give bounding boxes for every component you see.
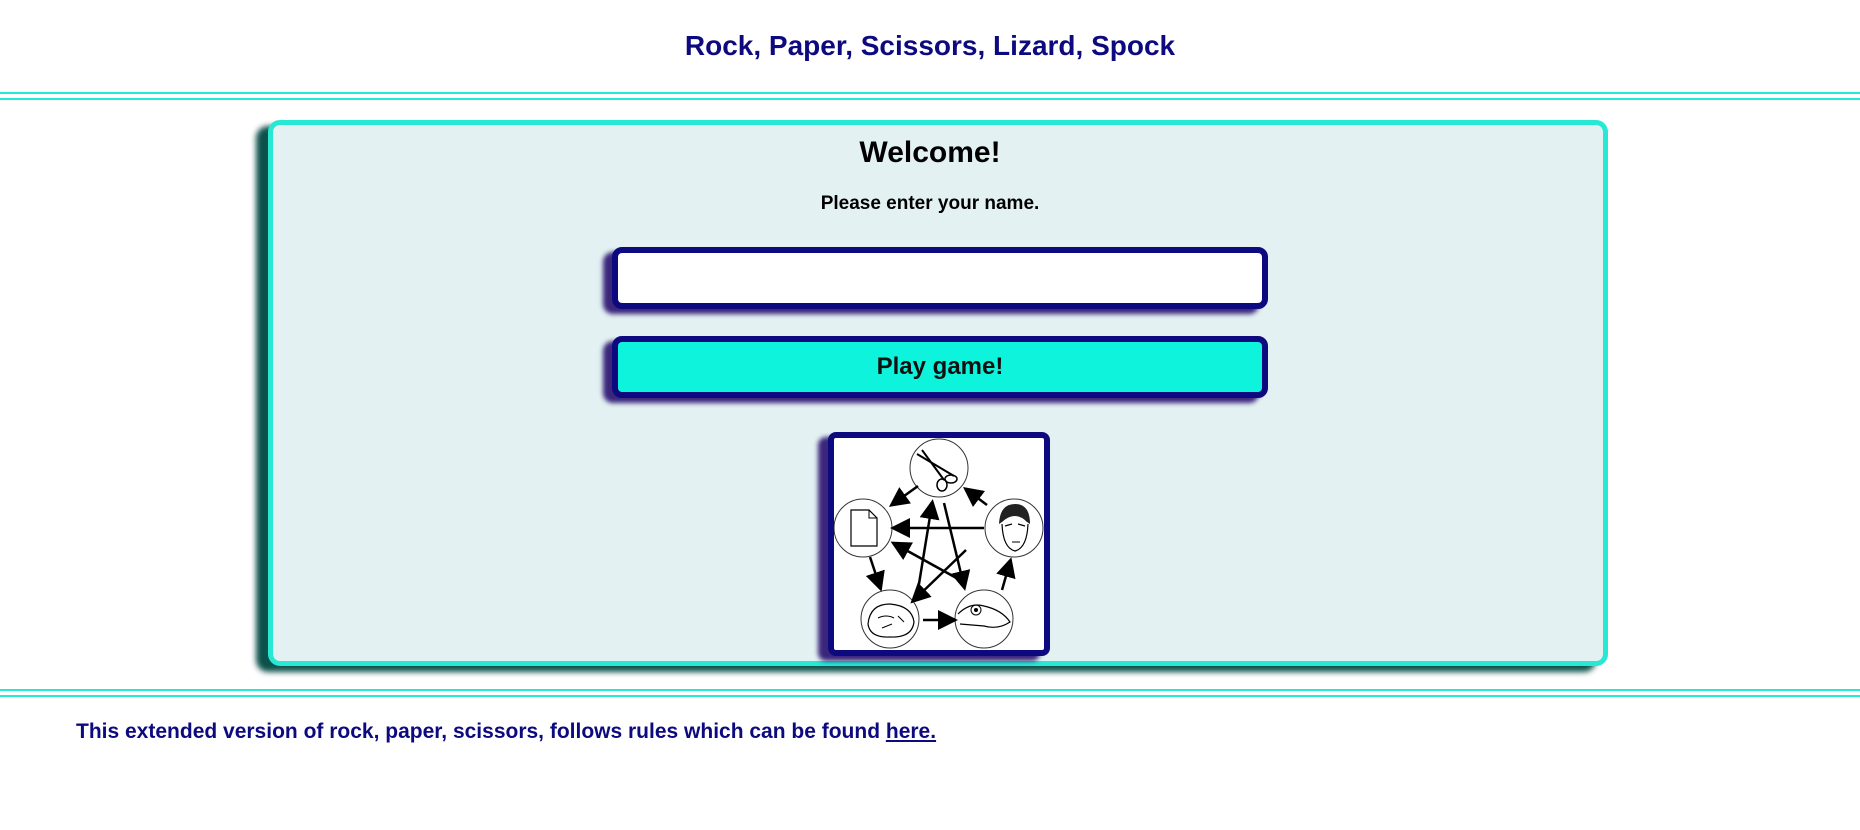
footer-divider-bottom <box>0 695 1860 697</box>
lizard-icon <box>954 589 1014 649</box>
rules-diagram <box>828 432 1050 656</box>
page-title: Rock, Paper, Scissors, Lizard, Spock <box>684 30 1176 61</box>
rock-icon <box>860 589 920 649</box>
scissors-icon <box>909 438 969 498</box>
play-game-button[interactable]: Play game! <box>612 336 1268 398</box>
name-prompt: Please enter your name. <box>820 193 1040 214</box>
footer-divider-top <box>0 689 1860 691</box>
rules-link[interactable]: here. <box>886 720 936 743</box>
paper-icon <box>834 498 893 558</box>
header-divider-bottom <box>0 98 1860 100</box>
footer-description: This extended version of rock, paper, sc… <box>76 720 886 743</box>
welcome-heading: Welcome! <box>859 136 1001 169</box>
header-divider-top <box>0 92 1860 94</box>
spock-icon <box>984 498 1044 558</box>
name-input[interactable] <box>612 247 1268 309</box>
footer-text: This extended version of rock, paper, sc… <box>76 720 936 744</box>
